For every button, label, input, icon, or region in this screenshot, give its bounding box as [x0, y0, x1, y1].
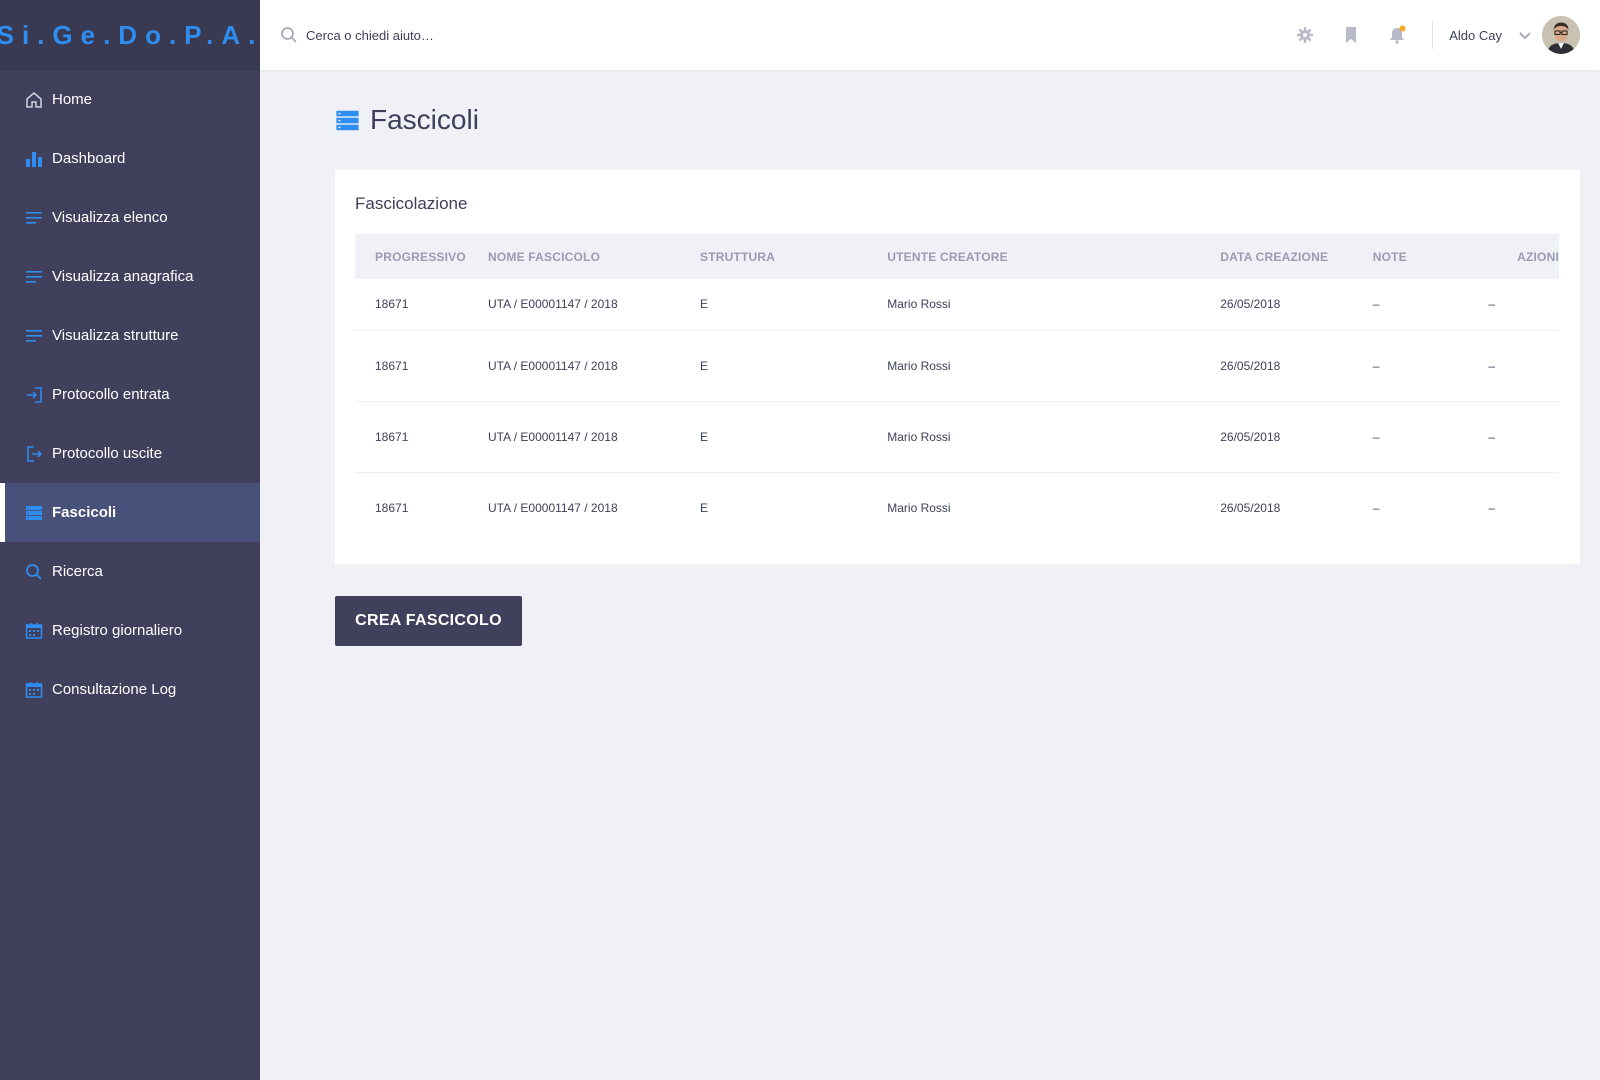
bar-chart-icon [24, 149, 44, 169]
cell-utente-creatore: Mario Rossi [887, 429, 951, 444]
cell-progressivo: 18671 [375, 429, 409, 444]
page-header: Fascicoli [335, 104, 479, 136]
sidebar-item-dashboard[interactable]: Dashboard [0, 129, 260, 188]
cell-struttura: E [699, 429, 708, 444]
sidebar-item-label: Visualizza elenco [52, 209, 168, 226]
cell-progressivo: 18671 [375, 358, 409, 373]
sidebar-item-consultazione-log[interactable]: Consultazione Log [0, 660, 260, 719]
logout-icon [24, 444, 44, 464]
cell-struttura: E [699, 500, 708, 515]
crea-fascicolo-button[interactable]: CREA FASCICOLO [335, 596, 522, 646]
column-header-struttura[interactable]: STRUTTURA [680, 234, 867, 279]
sidebar-item-label: Ricerca [52, 563, 103, 580]
sidebar-item-label: Protocollo uscite [52, 445, 163, 462]
sidebar-item-label: Fascicoli [52, 504, 117, 521]
cell-data-creazione: 26/05/2018 [1220, 297, 1281, 312]
calendar-icon [24, 621, 44, 641]
column-header-azioni[interactable]: AZIONI [1468, 234, 1559, 279]
cell-note: – [1372, 429, 1380, 444]
app-logo[interactable]: Si.Ge.Do.P.A. [0, 0, 260, 70]
page-title: Fascicoli [370, 104, 479, 135]
bookmark-icon[interactable] [1340, 24, 1362, 46]
column-header-utente-creatore[interactable]: UTENTE CREATORE [867, 234, 1200, 279]
cell-nome-fascicolo: UTA / E00001147 / 2018 [487, 358, 618, 373]
topbar-divider [1432, 21, 1434, 49]
cell-note: – [1372, 358, 1380, 373]
topbar-actions: Aldo Cay [1282, 0, 1600, 70]
table-header-row: PROGRESSIVO NOME FASCICOLO STRUTTURA UTE… [355, 234, 1559, 279]
bell-icon[interactable] [1386, 24, 1408, 46]
table-row[interactable]: 18671 UTA / E00001147 / 2018 E Mario Ros… [355, 330, 1559, 401]
sidebar: Si.Ge.Do.P.A. Home Dashboard Visualizza … [0, 0, 260, 1080]
cell-nome-fascicolo: UTA / E00001147 / 2018 [487, 429, 618, 444]
home-icon [24, 90, 44, 110]
cell-note: – [1372, 297, 1380, 312]
cell-data-creazione: 26/05/2018 [1220, 429, 1281, 444]
sidebar-item-label: Dashboard [52, 150, 126, 167]
sidebar-item-visualizza-elenco[interactable]: Visualizza elenco [0, 188, 260, 247]
table-row[interactable]: 18671 UTA / E00001147 / 2018 E Mario Ros… [355, 472, 1559, 543]
cell-nome-fascicolo: UTA / E00001147 / 2018 [487, 500, 618, 515]
cell-data-creazione: 26/05/2018 [1220, 500, 1281, 515]
search-bar [280, 26, 780, 44]
sidebar-item-visualizza-strutture[interactable]: Visualizza strutture [0, 306, 260, 365]
sidebar-item-protocollo-uscite[interactable]: Protocollo uscite [0, 424, 260, 483]
cell-struttura: E [699, 297, 708, 312]
cell-struttura: E [699, 358, 708, 373]
cell-note: – [1372, 500, 1380, 515]
cell-progressivo: 18671 [375, 500, 409, 515]
cell-utente-creatore: Mario Rossi [887, 358, 951, 373]
stack-icon [335, 108, 360, 133]
cell-azioni[interactable]: – [1468, 279, 1559, 330]
search-icon [24, 562, 44, 582]
chevron-down-icon[interactable] [1518, 30, 1532, 40]
sidebar-item-protocollo-entrata[interactable]: Protocollo entrata [0, 365, 260, 424]
avatar[interactable] [1542, 16, 1580, 54]
search-input[interactable] [306, 27, 706, 43]
card-title: Fascicolazione [355, 194, 468, 213]
column-header-data-creazione[interactable]: DATA CREAZIONE [1200, 234, 1353, 279]
login-icon [24, 385, 44, 405]
sidebar-item-registro-giornaliero[interactable]: Registro giornaliero [0, 601, 260, 660]
cell-utente-creatore: Mario Rossi [887, 500, 951, 515]
stack-icon [24, 503, 44, 523]
column-header-nome-fascicolo[interactable]: NOME FASCICOLO [468, 234, 680, 279]
sidebar-item-label: Consultazione Log [52, 681, 177, 698]
cell-azioni[interactable]: – [1468, 401, 1559, 472]
table-row[interactable]: 18671 UTA / E00001147 / 2018 E Mario Ros… [355, 279, 1559, 330]
list-icon [24, 267, 44, 287]
cell-nome-fascicolo: UTA / E00001147 / 2018 [487, 297, 618, 312]
fascicoli-table: PROGRESSIVO NOME FASCICOLO STRUTTURA UTE… [355, 234, 1559, 543]
fascicolazione-card: Fascicolazione PROGRESSIVO NOME FASCICOL… [335, 170, 1580, 564]
user-name[interactable]: Aldo Cay [1449, 28, 1502, 43]
topbar: Aldo Cay [260, 0, 1600, 70]
cell-utente-creatore: Mario Rossi [887, 297, 951, 312]
column-header-note[interactable]: NOTE [1353, 234, 1469, 279]
sidebar-item-label: Visualizza strutture [52, 327, 179, 344]
table-row[interactable]: 18671 UTA / E00001147 / 2018 E Mario Ros… [355, 401, 1559, 472]
list-icon [24, 208, 44, 228]
sidebar-item-label: Registro giornaliero [52, 622, 183, 639]
list-icon [24, 326, 44, 346]
column-header-progressivo[interactable]: PROGRESSIVO [355, 234, 468, 279]
cell-azioni[interactable]: – [1468, 330, 1559, 401]
cell-data-creazione: 26/05/2018 [1220, 358, 1281, 373]
search-icon [280, 26, 298, 44]
calendar-icon [24, 680, 44, 700]
cell-azioni[interactable]: – [1468, 472, 1559, 543]
sidebar-item-visualizza-anagrafica[interactable]: Visualizza anagrafica [0, 247, 260, 306]
sidebar-item-label: Protocollo entrata [52, 386, 170, 403]
sidebar-item-label: Home [52, 91, 93, 108]
sidebar-item-label: Visualizza anagrafica [52, 268, 194, 285]
sidebar-item-home[interactable]: Home [0, 70, 260, 129]
sidebar-nav: Home Dashboard Visualizza elenco Visuali… [0, 70, 260, 719]
gear-icon[interactable] [1294, 24, 1316, 46]
cell-progressivo: 18671 [375, 297, 409, 312]
sidebar-item-ricerca[interactable]: Ricerca [0, 542, 260, 601]
sidebar-item-fascicoli[interactable]: Fascicoli [0, 483, 260, 542]
